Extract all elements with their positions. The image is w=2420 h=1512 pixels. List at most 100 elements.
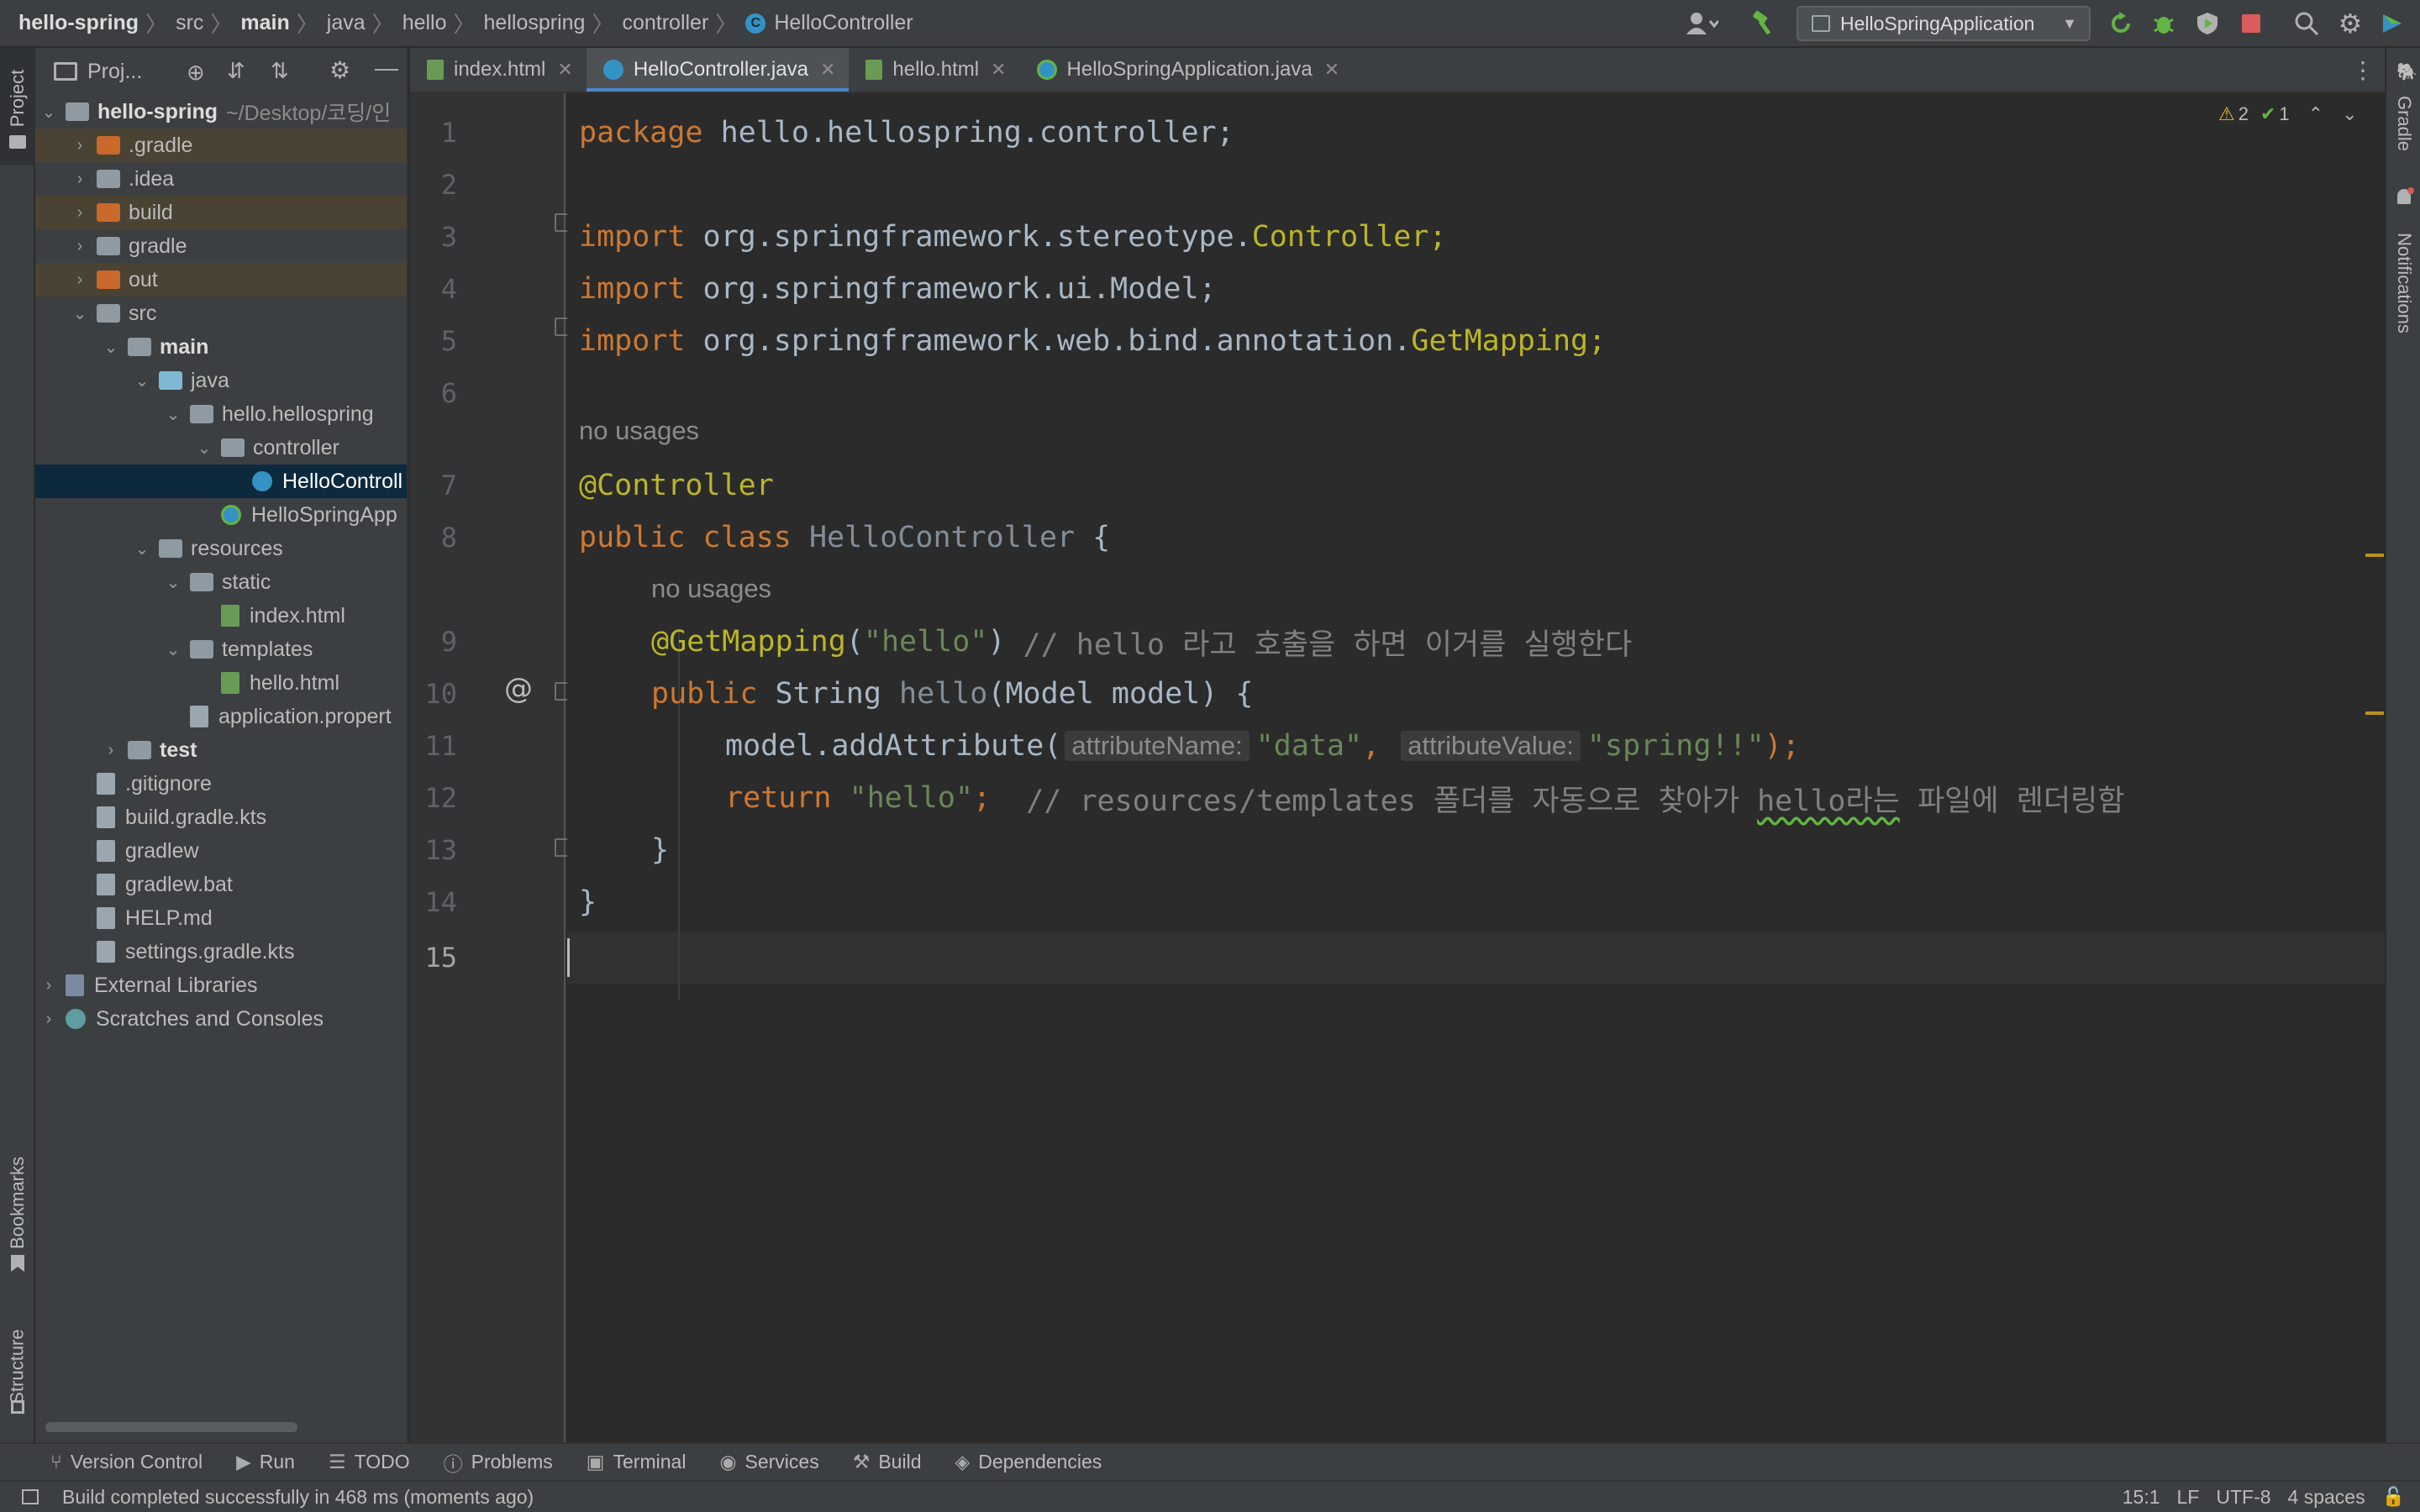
tab-options-icon[interactable]: ⋮: [2351, 48, 2375, 92]
toggle-tool-windows-icon[interactable]: [22, 1489, 39, 1504]
tree-item[interactable]: .gitignore: [35, 767, 407, 801]
breadcrumb-src[interactable]: src: [176, 11, 203, 35]
close-icon[interactable]: ✕: [991, 59, 1006, 81]
tree-item[interactable]: › gradle: [35, 229, 407, 263]
tree-item[interactable]: settings.gradle.kts: [35, 935, 407, 969]
tree-item[interactable]: ⌄ templates: [35, 633, 407, 666]
tab-hello-html[interactable]: hello.html ✕: [849, 48, 1019, 92]
locate-target-icon[interactable]: ⊕: [187, 60, 205, 86]
problems-tool[interactable]: ⓘ Problems: [444, 1448, 553, 1477]
debug-icon[interactable]: [2148, 7, 2180, 40]
tree-item[interactable]: application.propert: [35, 700, 407, 733]
tree-item[interactable]: › out: [35, 263, 407, 297]
build-hammer-icon[interactable]: [1746, 7, 1781, 40]
tab-hello-controller[interactable]: HelloController.java ✕: [586, 48, 850, 92]
inspection-widget[interactable]: ⚠ 2 ✔ 1 ⌃ ⌄: [2218, 103, 2358, 125]
previous-highlight-icon[interactable]: ⌃: [2308, 103, 2323, 125]
indent-setting[interactable]: 4 spaces: [2288, 1486, 2365, 1509]
close-icon[interactable]: ✕: [820, 59, 835, 81]
tree-item[interactable]: ⌄ java: [35, 364, 407, 397]
breadcrumb-controller[interactable]: controller: [622, 11, 708, 35]
chevron-right-icon[interactable]: ›: [71, 270, 88, 290]
chevron-right-icon[interactable]: ›: [71, 237, 88, 256]
chevron-down-icon[interactable]: ⌄: [165, 572, 182, 593]
rerun-icon[interactable]: [2105, 7, 2137, 40]
tree-item[interactable]: index.html: [35, 599, 407, 633]
options-gear-icon[interactable]: ⚙: [329, 56, 350, 84]
horizontal-scrollbar[interactable]: [45, 1422, 297, 1432]
chevron-down-icon[interactable]: ⌄: [134, 370, 150, 391]
project-panel-title[interactable]: Proj...: [87, 60, 142, 84]
dependencies-tool[interactable]: ◈ Dependencies: [955, 1451, 1102, 1473]
chevron-right-icon[interactable]: ›: [40, 976, 57, 995]
tree-item[interactable]: › .idea: [35, 162, 407, 196]
terminal-tool[interactable]: ▣ Terminal: [587, 1451, 687, 1473]
tree-item[interactable]: ⌄ main: [35, 330, 407, 364]
tree-item[interactable]: gradlew.bat: [35, 868, 407, 901]
tree-item[interactable]: › build: [35, 196, 407, 229]
tree-item[interactable]: ⌄ resources: [35, 532, 407, 565]
gradle-tool-tab[interactable]: Gradle: [2386, 81, 2420, 165]
collapse-all-icon[interactable]: ⇅: [271, 58, 289, 84]
chevron-down-icon[interactable]: ⌄: [71, 303, 88, 324]
chevron-right-icon[interactable]: ›: [103, 741, 119, 760]
tree-item[interactable]: gradlew: [35, 834, 407, 868]
chevron-down-icon[interactable]: ⌄: [165, 639, 182, 660]
tree-item[interactable]: HELP.md: [35, 901, 407, 935]
breadcrumb-hello[interactable]: hello: [402, 11, 447, 35]
version-control-tool[interactable]: ⑂ Version Control: [50, 1451, 203, 1473]
tree-item[interactable]: › .gradle: [35, 129, 407, 162]
build-tool[interactable]: ⚒ Build: [853, 1451, 922, 1473]
breadcrumb-hellospring[interactable]: hellospring: [484, 11, 586, 35]
expand-all-icon[interactable]: ⇵: [227, 58, 245, 84]
code-editor[interactable]: package hello.hellospring.controller; im…: [567, 93, 2385, 1442]
tree-item[interactable]: ⌄ hello.hellospring: [35, 397, 407, 431]
chevron-down-icon[interactable]: ⌄: [103, 337, 119, 358]
tree-item[interactable]: ⌄ static: [35, 565, 407, 599]
line-separator[interactable]: LF: [2177, 1486, 2200, 1509]
tab-spring-application[interactable]: HelloSpringApplication.java ✕: [1020, 48, 1354, 92]
tree-root[interactable]: ⌄ hello-spring ~/Desktop/코딩/인: [35, 95, 407, 129]
unlock-icon[interactable]: 🔓: [2382, 1486, 2405, 1508]
close-icon[interactable]: ✕: [1324, 59, 1339, 81]
request-mapping-gutter-icon[interactable]: @: [504, 672, 533, 706]
breadcrumb-java[interactable]: java: [327, 11, 366, 35]
stop-icon[interactable]: [2235, 7, 2267, 40]
tree-item[interactable]: › External Libraries: [35, 969, 407, 1002]
tree-item[interactable]: HelloSpringApp: [35, 498, 407, 532]
tab-index-html[interactable]: index.html ✕: [410, 48, 587, 92]
close-icon[interactable]: ✕: [557, 59, 572, 81]
tree-item[interactable]: › Scratches and Consoles: [35, 1002, 407, 1036]
run-tool[interactable]: ▶ Run: [236, 1451, 295, 1473]
tree-item[interactable]: HelloControll: [35, 465, 407, 498]
tree-item[interactable]: ⌄ src: [35, 297, 407, 330]
error-stripe-mark[interactable]: [2365, 711, 2384, 715]
chevron-right-icon[interactable]: ›: [71, 136, 88, 155]
notifications-tool-tab[interactable]: Notifications: [2386, 207, 2420, 359]
chevron-down-icon[interactable]: ⌄: [196, 438, 213, 459]
tree-item[interactable]: › test: [35, 733, 407, 767]
chevron-right-icon[interactable]: ›: [71, 170, 88, 189]
error-stripe-mark[interactable]: [2365, 554, 2384, 557]
bookmarks-tool-tab[interactable]: Bookmarks: [0, 1140, 35, 1266]
next-highlight-icon[interactable]: ⌄: [2342, 103, 2357, 125]
chevron-down-icon[interactable]: ⌄: [165, 404, 182, 425]
file-encoding[interactable]: UTF-8: [2216, 1486, 2270, 1509]
chevron-right-icon[interactable]: ›: [40, 1010, 57, 1029]
hide-panel-icon[interactable]: —: [375, 55, 398, 81]
breadcrumb-main[interactable]: main: [240, 11, 289, 35]
chevron-right-icon[interactable]: ›: [71, 203, 88, 223]
cursor-position[interactable]: 15:1: [2123, 1486, 2160, 1509]
jetbrains-ai-icon[interactable]: [2376, 7, 2408, 40]
breadcrumb-project[interactable]: hello-spring: [18, 11, 139, 35]
vcs-user-icon[interactable]: [1677, 7, 1726, 40]
todo-tool[interactable]: ☰ TODO: [329, 1451, 410, 1473]
project-tool-tab[interactable]: Project: [0, 56, 35, 140]
tree-item[interactable]: ⌄ controller: [35, 431, 407, 465]
tree-item[interactable]: hello.html: [35, 666, 407, 700]
breadcrumb-class[interactable]: HelloController: [774, 11, 913, 35]
tree-item[interactable]: build.gradle.kts: [35, 801, 407, 834]
status-message[interactable]: Build completed successfully in 468 ms (…: [62, 1486, 534, 1509]
settings-gear-icon[interactable]: ⚙: [2334, 7, 2366, 40]
chevron-down-icon[interactable]: ⌄: [134, 538, 150, 559]
